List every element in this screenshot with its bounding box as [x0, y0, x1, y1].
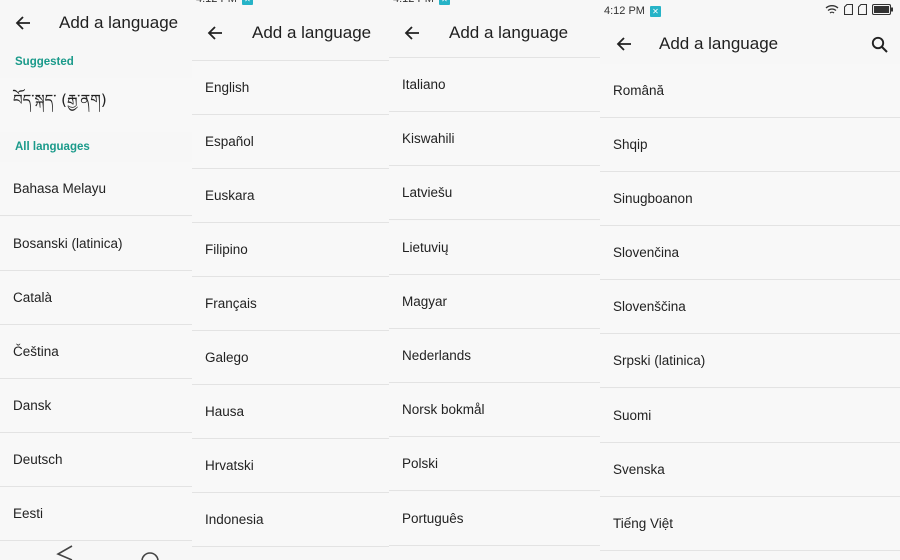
app-bar: Add a language [192, 10, 389, 56]
wifi-icon [825, 5, 839, 14]
app-bar: Add a language [0, 0, 192, 46]
app-bar: Add a language [389, 10, 600, 56]
back-arrow-icon[interactable] [613, 33, 635, 55]
language-item[interactable]: Suomi [600, 389, 900, 443]
back-arrow-icon[interactable] [401, 22, 423, 44]
suggested-header: Suggested [15, 56, 74, 68]
status-bar: 4:12 PM ✕ [389, 0, 600, 10]
status-time: 4:12 PM [393, 0, 434, 5]
language-item[interactable]: Polski [389, 437, 600, 491]
page-title: Add a language [252, 23, 372, 42]
language-item[interactable]: Română [600, 64, 900, 118]
all-languages-header: All languages [15, 141, 90, 153]
language-item[interactable]: Indonesia [192, 493, 389, 547]
nav-home-icon[interactable] [141, 552, 159, 560]
language-item[interactable]: Magyar [389, 275, 600, 329]
back-arrow-icon[interactable] [204, 22, 226, 44]
sim-card-icon [844, 4, 853, 15]
notification-icon: ✕ [649, 5, 661, 17]
language-item[interactable]: Filipino [192, 223, 389, 277]
page-title: Add a language [449, 23, 569, 42]
navigation-bar [0, 542, 192, 560]
language-item[interactable]: Svenska [600, 443, 900, 497]
back-arrow-icon[interactable] [12, 12, 34, 34]
language-item[interactable]: Deutsch [0, 433, 192, 487]
language-item[interactable]: Eesti [0, 487, 192, 541]
language-item[interactable]: Slovenčina [600, 226, 900, 280]
language-item[interactable]: Nederlands [389, 329, 600, 383]
search-icon[interactable] [868, 33, 890, 55]
status-bar: 4:12 PM ✕ [600, 0, 900, 22]
language-item[interactable]: Italiano [389, 58, 600, 112]
language-item[interactable]: Euskara [192, 169, 389, 223]
notification-icon: ✕ [438, 0, 450, 5]
language-item[interactable]: Shqip [600, 118, 900, 172]
language-panel-1: Add a language Suggested བོད་སྐད་ (རྒྱ་ན… [0, 0, 192, 560]
language-item[interactable]: Español [192, 115, 389, 169]
page-title: Add a language [59, 13, 179, 32]
status-time: 4:12 PM [196, 0, 237, 5]
app-bar: Add a language [600, 21, 900, 67]
language-item[interactable]: Srpski (latinica) [600, 334, 900, 388]
language-item[interactable]: Català [0, 271, 192, 325]
language-item[interactable]: Galego [192, 331, 389, 385]
language-item[interactable]: Hrvatski [192, 439, 389, 493]
page-title: Add a language [659, 34, 779, 53]
language-item[interactable]: Lietuvių [389, 221, 600, 275]
language-item[interactable]: Bosanski (latinica) [0, 217, 192, 271]
language-panel-2: 4:12 PM ✕ Add a language English Español… [192, 0, 389, 560]
language-item[interactable]: Čeština [0, 325, 192, 379]
language-item[interactable]: Latviešu [389, 166, 600, 220]
nav-back-icon[interactable] [56, 545, 73, 560]
language-item[interactable]: Kiswahili [389, 112, 600, 166]
language-panel-4: 4:12 PM ✕ Add a language Română Shqip Si… [600, 0, 900, 560]
language-item[interactable]: Tiếng Việt [600, 497, 900, 551]
language-item[interactable]: བོད་སྐད་ (རྒྱ་ནག) [0, 78, 192, 132]
status-bar: 4:12 PM ✕ [192, 0, 389, 10]
language-item[interactable]: Sinugboanon [600, 172, 900, 226]
language-item[interactable]: Français [192, 277, 389, 331]
language-panel-3: 4:12 PM ✕ Add a language Italiano Kiswah… [389, 0, 600, 560]
language-item[interactable]: Bahasa Melayu [0, 162, 192, 216]
battery-icon [872, 4, 893, 15]
notification-icon: ✕ [241, 0, 253, 5]
language-item[interactable]: Dansk [0, 379, 192, 433]
language-item[interactable]: Hausa [192, 385, 389, 439]
status-time: 4:12 PM [604, 5, 645, 17]
language-item[interactable]: Slovenščina [600, 280, 900, 334]
sim-card-icon [858, 4, 867, 15]
language-item[interactable]: English [192, 61, 389, 115]
language-item[interactable]: Português [389, 492, 600, 546]
language-item[interactable]: Norsk bokmål [389, 383, 600, 437]
